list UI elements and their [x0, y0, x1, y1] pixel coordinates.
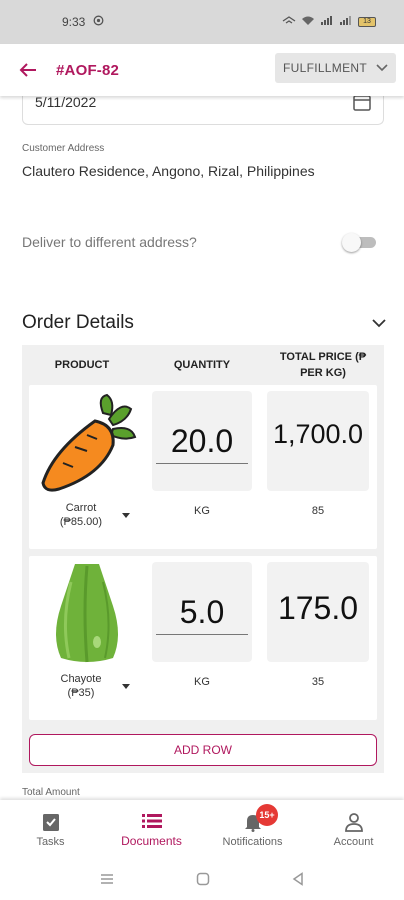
quantity-value: 5.0 [179, 594, 225, 630]
nav-label: Account [333, 836, 374, 848]
column-header-total-price-line2: PER KG) [300, 367, 346, 379]
product-dropdown-caret-icon[interactable] [122, 684, 130, 689]
product-dropdown-caret-icon[interactable] [122, 513, 130, 518]
order-details-title: Order Details [22, 312, 134, 333]
column-header-quantity: QUANTITY [173, 359, 231, 371]
quantity-unit: KG [194, 676, 210, 688]
back-triangle-icon[interactable] [292, 872, 304, 886]
product-name: Chayote [60, 673, 102, 685]
quantity-unit: KG [194, 505, 210, 517]
nav-item-documents[interactable]: Documents [101, 800, 202, 858]
product-name: Carrot [65, 502, 97, 514]
product-name-carrot[interactable]: Carrot (₱85.00) [31, 501, 131, 529]
customer-address-value[interactable]: Clautero Residence, Angono, Rizal, Phili… [22, 163, 315, 179]
total-price-value: 1,700.0 [272, 419, 364, 449]
task-clipboard-icon [42, 814, 59, 831]
add-row-button[interactable]: ADD ROW [29, 734, 377, 766]
nav-label: Notifications [222, 836, 283, 848]
carrot-image [35, 391, 139, 495]
back-arrow-icon [19, 63, 36, 77]
deliver-different-address-label: Deliver to different address? [22, 234, 197, 250]
table-row: Chayote (₱35) 5.0 KG 175.0 35 [29, 556, 377, 720]
battery-icon: 13 [358, 17, 376, 27]
total-price-box: 175.0 [267, 562, 369, 662]
nav-item-tasks[interactable]: Tasks [0, 800, 101, 858]
documents-list-icon [141, 814, 162, 828]
unit-price-value: 85 [311, 505, 325, 517]
chevron-down-icon [376, 64, 388, 72]
notification-badge: 15+ [256, 804, 278, 826]
recent-apps-icon[interactable] [100, 873, 114, 885]
wifi-icon [301, 15, 315, 29]
quantity-input[interactable]: 20.0 [152, 391, 252, 491]
quantity-value: 20.0 [170, 423, 234, 459]
notification-status-icon [93, 15, 104, 29]
total-amount-label: Total Amount [22, 787, 80, 798]
cell-signal-icon-2 [339, 15, 353, 29]
status-bar: 9:33 13 [0, 0, 404, 44]
signal-icon [282, 15, 296, 29]
chayote-image [35, 562, 139, 666]
nav-label: Tasks [36, 836, 65, 848]
column-header-total-price-line1: TOTAL PRICE (₱ [279, 351, 367, 363]
table-row: Carrot (₱85.00) 20.0 KG 1,700.0 85 [29, 385, 377, 549]
product-name-chayote[interactable]: Chayote (₱35) [31, 672, 131, 700]
column-header-total-price: TOTAL PRICE (₱ PER KG) [264, 349, 382, 381]
product-price: (₱85.00) [59, 516, 103, 528]
system-navigation-bar [0, 858, 404, 900]
order-details-header[interactable]: Order Details [22, 308, 386, 338]
nav-item-notifications[interactable]: 15+ Notifications [202, 800, 303, 858]
app-bar: #AOF-82 FULFILLMENT [0, 44, 404, 96]
total-price-box: 1,700.0 [267, 391, 369, 491]
bottom-navigation: Tasks Documents 15+ Notifications Accoun… [0, 800, 404, 858]
person-icon [344, 813, 363, 832]
deliver-different-address-toggle[interactable] [342, 231, 376, 253]
quantity-underline [156, 634, 248, 635]
date-value: 5/11/2022 [35, 94, 97, 110]
calendar-icon [353, 94, 371, 111]
quantity-input[interactable]: 5.0 [152, 562, 252, 662]
back-button[interactable] [0, 44, 56, 96]
home-icon[interactable] [196, 872, 210, 886]
total-price-value: 175.0 [277, 590, 359, 626]
status-time: 9:33 [62, 15, 86, 29]
column-header-product: PRODUCT [54, 359, 110, 371]
product-price: (₱35) [67, 687, 95, 699]
order-id-title: #AOF-82 [56, 61, 120, 79]
unit-price-value: 35 [311, 676, 325, 688]
order-status-dropdown[interactable]: FULFILLMENT [275, 53, 396, 83]
deliver-different-address-row: Deliver to different address? [22, 228, 376, 256]
toggle-thumb [342, 233, 361, 252]
cell-signal-icon [320, 15, 334, 29]
nav-item-account[interactable]: Account [303, 800, 404, 858]
customer-address-label: Customer Address [22, 143, 105, 154]
order-status-value: FULFILLMENT [283, 61, 367, 75]
quantity-underline [156, 463, 248, 464]
order-details-table: PRODUCT QUANTITY TOTAL PRICE (₱ PER KG) … [22, 345, 384, 773]
chevron-down-icon [372, 318, 386, 327]
nav-label: Documents [121, 834, 182, 848]
